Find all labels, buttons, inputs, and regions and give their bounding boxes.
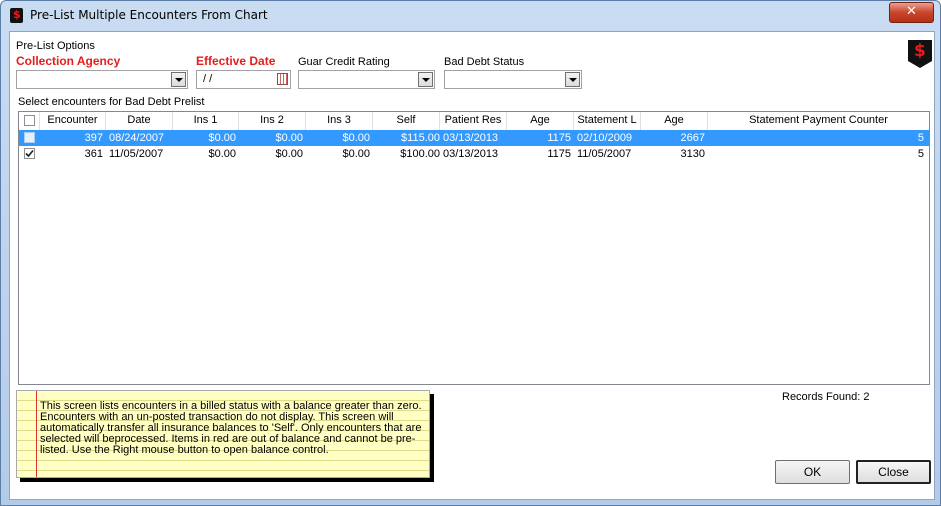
col-age-2[interactable]: Age bbox=[641, 112, 708, 130]
row-checkbox[interactable] bbox=[24, 148, 35, 159]
table-row[interactable]: 397 08/24/2007 $0.00 $0.00 $0.00 $115.00… bbox=[19, 130, 929, 146]
col-statement-payment-counter[interactable]: Statement Payment Counter bbox=[708, 112, 929, 130]
dialog-body: Pre-List Options Collection Agency Effec… bbox=[9, 31, 935, 500]
grid-header: Encounter Date Ins 1 Ins 2 Ins 3 Self Pa… bbox=[19, 112, 929, 131]
dialog-window: Pre-List Multiple Encounters From Chart … bbox=[0, 0, 941, 506]
cell-statement-payment-counter: 5 bbox=[917, 148, 924, 160]
collection-agency-select[interactable] bbox=[16, 70, 188, 89]
window-close-button[interactable]: ✕ bbox=[889, 2, 934, 23]
chevron-down-icon[interactable] bbox=[418, 72, 433, 87]
cell-encounter: 397 bbox=[84, 132, 103, 144]
select-all-checkbox[interactable] bbox=[24, 115, 35, 126]
collection-agency-label: Collection Agency bbox=[16, 54, 121, 68]
note-margin-line bbox=[36, 391, 37, 477]
pre-list-options-label: Pre-List Options bbox=[16, 40, 95, 52]
guar-credit-rating-select[interactable] bbox=[298, 70, 435, 89]
effective-date-field[interactable]: / / bbox=[196, 70, 291, 89]
col-encounter[interactable]: Encounter bbox=[40, 112, 106, 130]
cell-age: 1175 bbox=[547, 148, 571, 160]
cell-age-2: 3130 bbox=[680, 148, 705, 160]
cell-patient-res: 03/13/2013 bbox=[443, 148, 499, 160]
cell-statement-last: 02/10/2009 bbox=[577, 132, 633, 144]
cell-statement-last: 11/05/2007 bbox=[577, 148, 632, 160]
bad-debt-status-select[interactable] bbox=[444, 70, 582, 89]
calendar-icon[interactable] bbox=[277, 73, 288, 85]
cell-ins2: $0.00 bbox=[275, 148, 303, 160]
col-self[interactable]: Self bbox=[373, 112, 440, 130]
bad-debt-status-label: Bad Debt Status bbox=[444, 56, 525, 68]
help-note: This screen lists encounters in a billed… bbox=[16, 390, 430, 478]
help-note-line: listed. Use the Right mouse button to op… bbox=[40, 444, 329, 456]
select-all-column[interactable] bbox=[19, 112, 40, 130]
dollar-shield-icon: $ bbox=[908, 40, 932, 68]
close-button[interactable]: Close bbox=[856, 460, 931, 484]
effective-date-label: Effective Date bbox=[196, 54, 276, 68]
cell-date: 08/24/2007 bbox=[109, 132, 165, 144]
help-note-text: This screen lists encounters in a billed… bbox=[40, 401, 428, 456]
ok-button[interactable]: OK bbox=[775, 460, 850, 484]
table-row[interactable]: 361 11/05/2007 $0.00 $0.00 $0.00 $100.00… bbox=[19, 146, 929, 162]
cell-ins3: $0.00 bbox=[342, 132, 370, 144]
cell-date: 11/05/2007 bbox=[109, 148, 164, 160]
cell-age: 1175 bbox=[547, 132, 571, 144]
col-statement-last[interactable]: Statement L bbox=[574, 112, 641, 130]
window-title: Pre-List Multiple Encounters From Chart bbox=[30, 8, 268, 22]
guar-credit-rating-label: Guar Credit Rating bbox=[298, 56, 390, 68]
cell-age-2: 2667 bbox=[680, 132, 705, 144]
effective-date-value: / / bbox=[203, 73, 213, 85]
col-ins2[interactable]: Ins 2 bbox=[239, 112, 306, 130]
cell-self: $115.00 bbox=[401, 132, 440, 144]
cell-encounter: 361 bbox=[84, 148, 103, 160]
cell-ins1: $0.00 bbox=[208, 148, 236, 160]
encounters-grid[interactable]: Encounter Date Ins 1 Ins 2 Ins 3 Self Pa… bbox=[18, 111, 930, 385]
app-dollar-icon bbox=[10, 8, 23, 23]
cell-self: $100.00 bbox=[400, 148, 440, 160]
col-patient-res[interactable]: Patient Res bbox=[440, 112, 507, 130]
cell-ins1: $0.00 bbox=[208, 132, 236, 144]
grid-section-label: Select encounters for Bad Debt Prelist bbox=[18, 96, 205, 108]
logo-glyph: $ bbox=[914, 41, 926, 61]
chevron-down-icon[interactable] bbox=[171, 72, 186, 87]
col-ins1[interactable]: Ins 1 bbox=[173, 112, 239, 130]
col-date[interactable]: Date bbox=[106, 112, 173, 130]
col-ins3[interactable]: Ins 3 bbox=[306, 112, 373, 130]
cell-ins3: $0.00 bbox=[342, 148, 370, 160]
row-checkbox[interactable] bbox=[24, 132, 35, 143]
col-age[interactable]: Age bbox=[507, 112, 574, 130]
cell-ins2: $0.00 bbox=[275, 132, 303, 144]
title-bar[interactable]: Pre-List Multiple Encounters From Chart … bbox=[1, 1, 940, 31]
records-found: Records Found: 2 bbox=[782, 391, 870, 403]
checkmark-icon bbox=[25, 149, 34, 158]
cell-patient-res: 03/13/2013 bbox=[443, 132, 499, 144]
cell-statement-payment-counter: 5 bbox=[917, 132, 924, 144]
chevron-down-icon[interactable] bbox=[565, 72, 580, 87]
